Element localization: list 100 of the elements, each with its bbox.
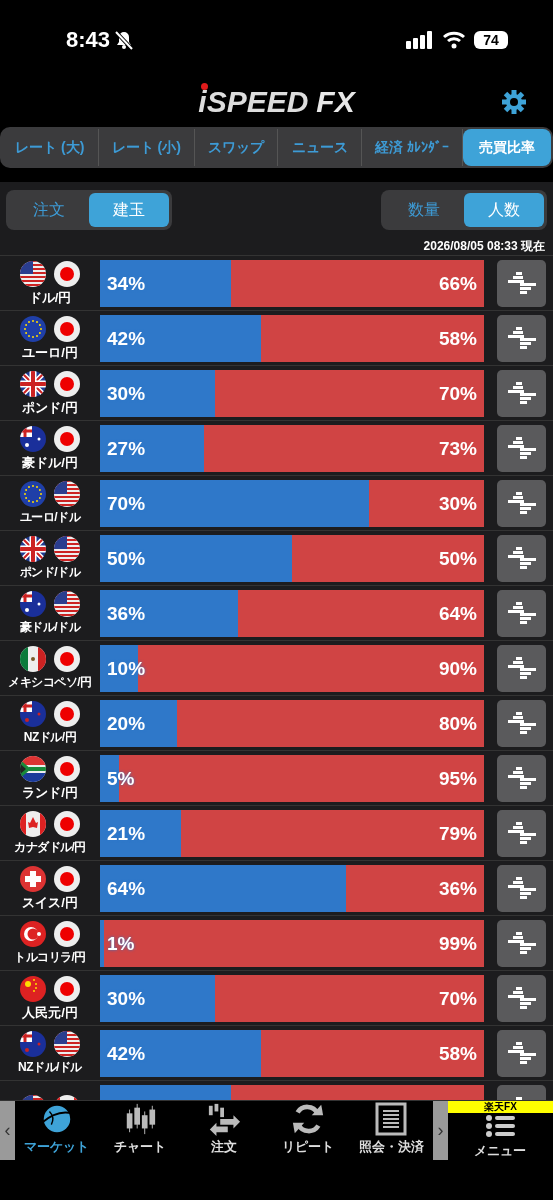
battery-indicator: 74: [474, 31, 508, 49]
flag-icon: [19, 810, 47, 838]
flag-icon: [19, 535, 47, 563]
nav-tab[interactable]: リピート: [265, 1101, 350, 1160]
detail-button[interactable]: [497, 589, 546, 637]
sell-percent: 58%: [438, 1042, 477, 1065]
detail-button[interactable]: [497, 369, 546, 417]
flag-icon: [19, 645, 47, 673]
segment-button[interactable]: 建玉: [89, 193, 169, 227]
sell-percent: 73%: [438, 437, 477, 460]
ratio-icon: [506, 436, 537, 460]
segment-button[interactable]: 人数: [464, 193, 544, 227]
buy-percent: 21%: [107, 822, 146, 845]
flag-icon: [53, 369, 81, 398]
sell-percent: 36%: [438, 877, 477, 900]
ratio-icon: [506, 1041, 537, 1065]
ratio-icon: [506, 931, 537, 955]
document-icon: [375, 1102, 408, 1136]
detail-button[interactable]: [497, 479, 546, 527]
flag-icon: [53, 424, 81, 453]
sell-percent: 58%: [438, 327, 477, 350]
flag-icon: [53, 974, 81, 1003]
detail-button[interactable]: [497, 699, 546, 747]
detail-button[interactable]: [497, 919, 546, 967]
flag-icon: [53, 480, 81, 508]
tab[interactable]: レート (大): [2, 129, 99, 166]
detail-button[interactable]: [497, 809, 546, 857]
brand-badge: 楽天FX: [447, 1101, 553, 1113]
ratio-icon: [506, 876, 537, 900]
currency-pair: NZドル/ドル: [18, 1059, 82, 1076]
ratio-icon: [506, 766, 537, 790]
sell-percent: 30%: [438, 492, 477, 515]
sell-percent: 70%: [438, 987, 477, 1010]
sell-percent: 99%: [438, 932, 477, 955]
signal-icon: [406, 31, 434, 49]
currency-pair: 人民元/円: [22, 1003, 78, 1022]
currency-pair: 豪ドル/円: [22, 453, 78, 472]
nav-tab[interactable]: 照会・決済: [349, 1101, 433, 1160]
detail-button[interactable]: [497, 644, 546, 692]
buy-percent: 30%: [107, 987, 146, 1010]
scroll-left-button[interactable]: ‹: [0, 1101, 15, 1160]
flag-icon: [53, 700, 81, 728]
flag-icon: [19, 864, 47, 893]
tab[interactable]: レート (小): [98, 129, 196, 166]
sell-percent: 79%: [438, 822, 477, 845]
ratio-icon: [506, 711, 537, 735]
tab[interactable]: 売買比率: [462, 129, 551, 166]
menu-icon: [485, 1114, 516, 1138]
detail-button[interactable]: [497, 314, 546, 362]
flag-icon: [19, 314, 47, 343]
flag-icon: [53, 1030, 81, 1058]
currency-pair: ポンド/円: [22, 398, 78, 417]
buy-percent: 36%: [107, 602, 146, 625]
sell-percent: 64%: [438, 602, 477, 625]
settings-icon[interactable]: [501, 89, 527, 115]
menu-button[interactable]: メニュー: [447, 1113, 553, 1164]
segment-button[interactable]: 数量: [384, 193, 464, 227]
ratio-icon: [506, 326, 537, 350]
currency-pair: メキシコペソ/円: [8, 674, 92, 691]
flag-icon: [19, 369, 47, 398]
clock: 8:43: [66, 27, 111, 53]
tab[interactable]: ニュース: [278, 129, 362, 166]
ratio-icon: [506, 271, 537, 295]
tab[interactable]: 経済 ｶﾚﾝﾀﾞｰ: [361, 129, 463, 166]
currency-pair: ポンド/ドル: [19, 564, 81, 581]
currency-pair: ユーロ/ドル: [19, 509, 81, 526]
tab[interactable]: スワップ: [195, 129, 279, 166]
silent-bell-icon: [114, 30, 135, 50]
detail-button[interactable]: [497, 754, 546, 802]
buy-percent: 34%: [107, 272, 146, 295]
detail-button[interactable]: [497, 259, 546, 307]
flag-icon: [53, 645, 81, 673]
nav-tab[interactable]: マーケット: [15, 1101, 99, 1160]
flag-icon: [53, 810, 81, 838]
ratio-icon: [506, 546, 537, 570]
wifi-icon: [442, 31, 466, 49]
flag-icon: [19, 424, 47, 453]
flag-icon: [53, 314, 81, 343]
buy-percent: 42%: [107, 327, 146, 350]
scroll-right-button[interactable]: ›: [432, 1101, 448, 1160]
sell-percent: 70%: [438, 382, 477, 405]
buy-percent: 1%: [107, 932, 135, 955]
detail-button[interactable]: [497, 864, 546, 912]
detail-button[interactable]: [497, 974, 546, 1022]
sell-percent: 95%: [438, 767, 477, 790]
buy-percent: 64%: [107, 877, 146, 900]
sell-percent: 90%: [438, 657, 477, 680]
nav-tab[interactable]: チャート: [98, 1101, 183, 1160]
segment-button[interactable]: 注文: [9, 193, 89, 227]
ratio-icon: [506, 821, 537, 845]
currency-pair: 豪ドル/ドル: [19, 619, 81, 636]
detail-button[interactable]: [497, 424, 546, 472]
detail-button[interactable]: [497, 534, 546, 582]
nav-tab[interactable]: 注文: [182, 1101, 266, 1160]
detail-button[interactable]: [497, 1029, 546, 1077]
exchange-icon: [206, 1102, 242, 1136]
flag-icon: [19, 590, 47, 618]
flag-icon: [53, 920, 81, 948]
flag-icon: [19, 700, 47, 728]
sell-percent: 80%: [438, 712, 477, 735]
